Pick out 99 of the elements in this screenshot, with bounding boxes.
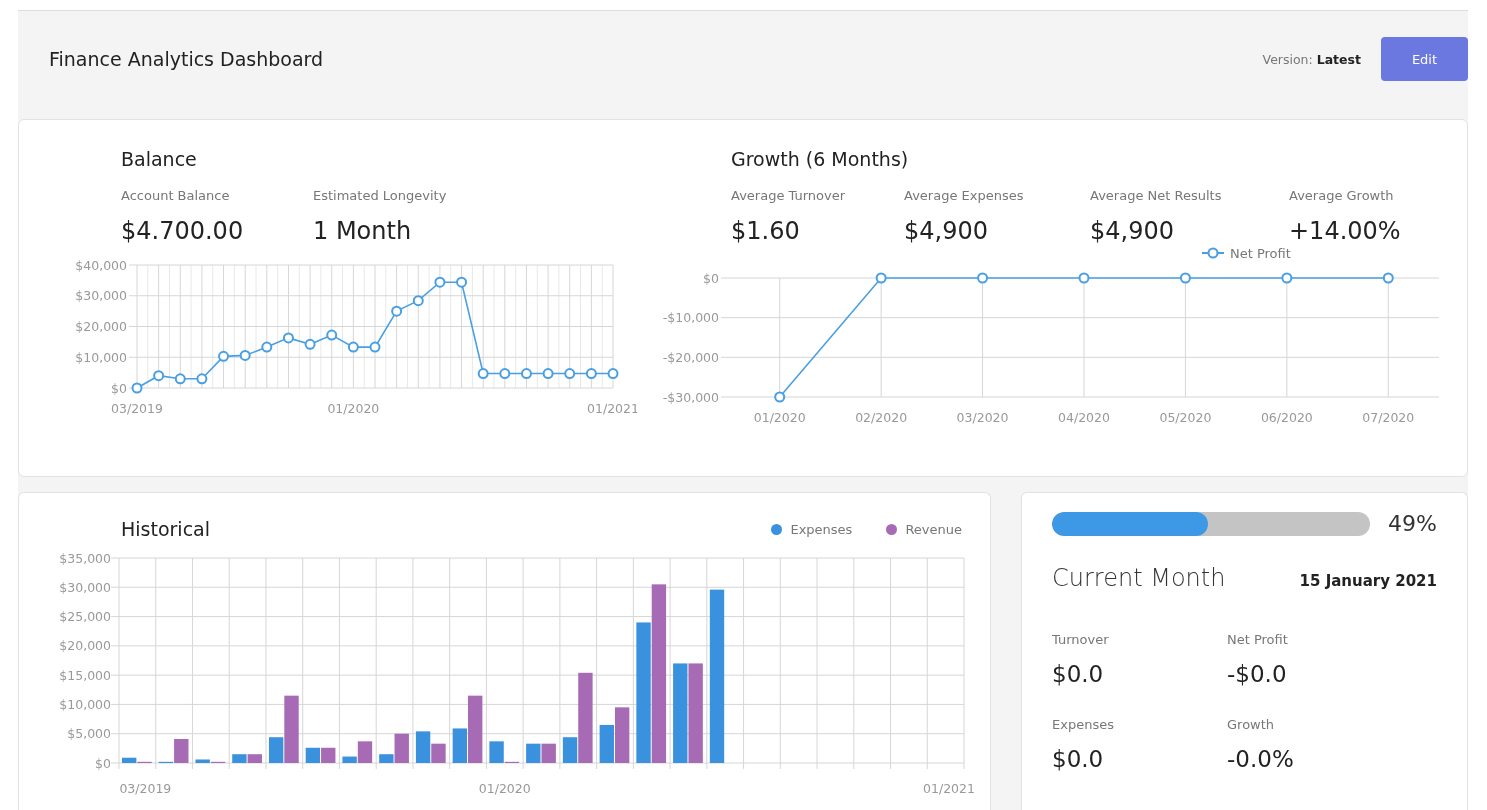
stat-value: 1 Month xyxy=(313,217,413,245)
version-label: Version: Latest xyxy=(1262,51,1361,67)
axis-label: 01/2021 xyxy=(587,401,637,416)
data-point xyxy=(875,272,887,284)
axis-label: 07/2020 xyxy=(1362,410,1415,425)
axis-label: $30,000 xyxy=(75,288,127,304)
stat-label: Expenses xyxy=(1052,717,1115,732)
axis-label: $30,000 xyxy=(59,579,111,595)
axis-label: 03/2019 xyxy=(111,401,163,416)
axis-label: -$20,000 xyxy=(662,349,719,365)
data-point xyxy=(131,382,143,394)
axis-label: $10,000 xyxy=(59,696,111,712)
data-point xyxy=(218,350,230,362)
axis-label: $0 xyxy=(111,380,127,396)
axis-label: $20,000 xyxy=(59,638,111,654)
bar xyxy=(541,743,556,763)
data-point xyxy=(391,305,403,317)
stat-value: $4,900 xyxy=(1090,217,1175,245)
stat-label: Average Turnover xyxy=(731,188,847,203)
data-point xyxy=(456,276,468,288)
data-point xyxy=(304,338,316,350)
data-point xyxy=(174,373,186,385)
axis-label: $15,000 xyxy=(59,667,111,683)
stat-label: Net Profit xyxy=(1227,632,1289,647)
page-title: Finance Analytics Dashboard xyxy=(49,48,325,70)
stat-value: -0.0% xyxy=(1227,746,1295,772)
bar xyxy=(321,747,336,763)
stat-value: $0.0 xyxy=(1052,746,1105,772)
section-title: Balance xyxy=(121,148,198,170)
axis-label: 01/2020 xyxy=(753,410,806,425)
axis-label: 03/2020 xyxy=(956,410,1009,425)
data-point xyxy=(477,368,489,380)
stat-value: $4.700.00 xyxy=(121,217,245,245)
stat-label: Average Net Results xyxy=(1090,188,1223,203)
data-point xyxy=(499,368,511,380)
stat-value: +14.00% xyxy=(1289,217,1402,245)
data-point xyxy=(1281,272,1293,284)
axis-label: -$10,000 xyxy=(662,310,719,326)
data-point xyxy=(1078,272,1090,284)
data-point xyxy=(520,368,532,380)
current-date: 15 January 2021 xyxy=(1299,572,1437,590)
data-point xyxy=(585,368,597,380)
stat-label: Average Expenses xyxy=(904,188,1025,203)
data-point xyxy=(774,391,786,403)
stat-value: $4,900 xyxy=(904,217,989,245)
bar xyxy=(232,754,247,763)
section-title: Current Month xyxy=(1052,564,1226,592)
data-point xyxy=(977,272,989,284)
data-point xyxy=(347,341,359,353)
stat-label: Estimated Longevity xyxy=(313,188,448,203)
axis-label: $0 xyxy=(95,755,111,771)
axis-label: 01/2020 xyxy=(478,781,531,796)
axis-label: 01/2021 xyxy=(923,781,975,796)
data-point xyxy=(1179,272,1191,284)
axis-label: $35,000 xyxy=(59,550,111,566)
data-point xyxy=(412,295,424,307)
data-point xyxy=(153,370,165,382)
axis-label: -$30,000 xyxy=(662,389,719,405)
stat-label: Turnover xyxy=(1052,632,1110,647)
stat-label: Average Growth xyxy=(1289,188,1395,203)
stat-label: Growth xyxy=(1227,717,1276,732)
data-point xyxy=(564,368,576,380)
axis-label: 02/2020 xyxy=(855,410,908,425)
axis-label: $25,000 xyxy=(59,609,111,625)
data-point xyxy=(607,368,619,380)
stat-value: $0.0 xyxy=(1052,661,1105,687)
axis-label: 03/2019 xyxy=(119,781,172,796)
section-title: Historical xyxy=(121,518,211,540)
stat-value: $1.60 xyxy=(731,217,801,245)
data-point xyxy=(369,341,381,353)
axis-label: $10,000 xyxy=(75,349,127,365)
axis-label: $40,000 xyxy=(75,257,127,273)
axis-label: $0 xyxy=(703,270,719,286)
data-point xyxy=(261,341,273,353)
legend-label: Net Profit xyxy=(1230,245,1291,261)
data-point xyxy=(326,329,338,341)
data-point xyxy=(434,276,446,288)
axis-label: 06/2020 xyxy=(1260,410,1313,425)
section-title: Growth (6 Months) xyxy=(731,148,910,170)
data-point xyxy=(1382,272,1394,284)
stat-label: Account Balance xyxy=(121,188,231,203)
axis-label: $5,000 xyxy=(67,726,111,742)
legend-marker-icon xyxy=(1201,247,1225,259)
data-point xyxy=(542,368,554,380)
axis-label: 01/2020 xyxy=(327,401,380,416)
data-point xyxy=(239,349,251,361)
bar xyxy=(526,743,541,763)
data-point xyxy=(282,332,294,344)
data-point xyxy=(196,373,208,385)
stat-value: -$0.0 xyxy=(1227,661,1288,687)
legend-label: Expenses xyxy=(790,521,853,537)
legend-label: Revenue xyxy=(905,521,962,537)
axis-label: $20,000 xyxy=(75,319,127,334)
axis-label: 04/2020 xyxy=(1058,410,1110,425)
axis-label: 05/2020 xyxy=(1159,410,1212,425)
bar xyxy=(305,747,321,763)
edit-button[interactable]: Edit xyxy=(1381,37,1468,81)
bar xyxy=(247,754,262,763)
progress-reading: 49% xyxy=(1388,511,1437,536)
